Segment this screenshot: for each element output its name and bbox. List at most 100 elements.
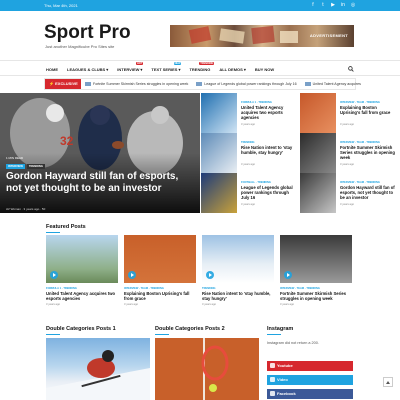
grid-post-meta: 3 years ago xyxy=(241,163,256,166)
grid-post[interactable]: INTERVIEW · TEAM · TRENDING Explaining Bo… xyxy=(300,93,398,133)
ticker-item[interactable]: Fortnite Summer Skirmish Series struggle… xyxy=(85,82,189,87)
grid-post-image[interactable] xyxy=(201,93,237,133)
tennis-image xyxy=(201,338,229,400)
ticker-thumbnail xyxy=(304,82,311,87)
double-cat-2-image[interactable] xyxy=(155,338,259,400)
social-button-facebook[interactable]: Facebook xyxy=(267,389,353,399)
featured-post-title[interactable]: United Talent Agency acquires two esport… xyxy=(46,291,118,301)
grid-post-meta: 3 years ago xyxy=(241,123,256,126)
social-button-video[interactable]: Video xyxy=(267,375,353,385)
nav-item-home[interactable]: HOME xyxy=(46,67,58,72)
featured-post-meta: 3 years ago xyxy=(280,303,295,306)
grid-post-title[interactable]: Explaining Boston Uprising's fall from g… xyxy=(340,105,396,115)
video-icon xyxy=(270,377,275,382)
featured-post[interactable]: INTERVIEW · TEAM · TRENDING Explaining Bo… xyxy=(124,235,196,306)
nav-item-interview[interactable]: INTERVIEW HOT xyxy=(117,62,144,72)
grid-post-title[interactable]: Fortnite Summer Skirmish Series struggle… xyxy=(340,145,396,160)
featured-post[interactable]: INTERVIEW · TEAM · TRENDING Fortnite Summ… xyxy=(280,235,352,306)
chevron-down-icon: ▾ xyxy=(243,67,246,72)
grid-post-categories: INTERVIEW · TEAM · TRENDING xyxy=(340,181,380,184)
featured-post-title[interactable]: Rise Nation intent to 'stay humble, stay… xyxy=(202,291,274,301)
ticker-item[interactable]: United Talent Agency acquires xyxy=(304,82,361,87)
grid-post-categories: FORMULA 1 · TRENDING xyxy=(241,101,272,104)
featured-post-meta: 3 years ago xyxy=(124,303,139,306)
facebook-icon[interactable]: f xyxy=(310,2,316,8)
play-icon[interactable] xyxy=(128,271,136,279)
grid-post-meta: 3 years ago xyxy=(340,203,355,206)
nav-item-buy-now[interactable]: BUY NOW xyxy=(255,67,274,72)
double-cat-2-title: Double Categories Posts 2 xyxy=(155,326,225,335)
social-button-label: Youtube xyxy=(277,363,293,368)
featured-post-image[interactable] xyxy=(202,235,274,283)
play-icon[interactable] xyxy=(284,271,292,279)
ticker-item-text: Fortnite Summer Skirmish Series struggle… xyxy=(93,82,189,86)
grid-post[interactable]: FOOTBALL · TRENDING League of Legends glo… xyxy=(201,173,299,213)
ticker-item-text: United Talent Agency acquires xyxy=(312,82,361,86)
ticker-thumbnail xyxy=(85,82,91,87)
grid-post[interactable]: TRENDING Rise Nation intent to 'stay humb… xyxy=(201,133,299,173)
grid-post-image[interactable] xyxy=(300,93,336,133)
grid-post-meta: 3 years ago xyxy=(241,203,256,206)
featured-post-image[interactable] xyxy=(280,235,352,283)
hero-read-time: 1 MIN READ xyxy=(6,156,24,160)
news-ticker: ⚡ EXCLUSIVE Fortnite Summer Skirmish Ser… xyxy=(44,78,361,90)
featured-post-categories: FORMULA 1 · TRENDING xyxy=(46,287,77,290)
site-logo[interactable]: Sport Pro xyxy=(44,22,131,44)
grid-post-meta: 3 years ago xyxy=(340,123,355,126)
nav-item-trending[interactable]: TRENDING TRENDING xyxy=(189,62,215,72)
double-cat-1-image[interactable] xyxy=(46,338,150,400)
top-bar-socials: f t ▶ in ◎ xyxy=(310,2,356,8)
featured-post-title[interactable]: Fortnite Summer Skirmish Series struggle… xyxy=(280,291,352,301)
grid-post-title[interactable]: Gordon Hayward still fan of esports, not… xyxy=(340,185,396,200)
top-bar-date: Thu, Mar 4th, 2021 xyxy=(44,3,78,8)
grid-post[interactable]: INTERVIEW · TEAM · TRENDING Fortnite Summ… xyxy=(300,133,398,173)
nav-item-leagues-clubs[interactable]: LEAGUES & CLUBS xyxy=(67,67,105,72)
play-icon[interactable] xyxy=(50,271,58,279)
social-button-youtube[interactable]: Youtube xyxy=(267,361,353,371)
nav-badge: TRENDING xyxy=(199,62,215,65)
hero-post[interactable]: 32 1 MIN READ INTERVIEW TRENDING Gordon H… xyxy=(0,93,200,213)
grid-post-categories: TRENDING xyxy=(241,141,255,144)
featured-post-categories: TRENDING xyxy=(202,287,216,290)
grid-post-title[interactable]: United Talent Agency acquires two esport… xyxy=(241,105,297,120)
hero-category-tag[interactable]: TRENDING xyxy=(26,164,45,169)
chevron-down-icon: ▾ xyxy=(178,67,181,72)
featured-post-title[interactable]: Explaining Boston Uprising's fall from g… xyxy=(124,291,196,301)
facebook-icon xyxy=(270,391,275,396)
grid-post[interactable]: INTERVIEW · TEAM · TRENDING Gordon Haywar… xyxy=(300,173,398,213)
grid-post-image[interactable] xyxy=(300,173,336,213)
hero-categories: INTERVIEW TRENDING xyxy=(6,164,45,169)
featured-post-image[interactable] xyxy=(46,235,118,283)
nav-item-text-series[interactable]: TEXT SERIES NEW xyxy=(151,62,182,72)
featured-post-meta: 3 years ago xyxy=(202,303,217,306)
youtube-icon[interactable]: ▶ xyxy=(330,2,336,8)
grid-post[interactable]: FORMULA 1 · TRENDING United Talent Agency… xyxy=(201,93,299,133)
featured-post-image[interactable] xyxy=(124,235,196,283)
grid-post-image[interactable] xyxy=(201,173,237,213)
scroll-to-top-button[interactable] xyxy=(383,377,393,387)
featured-post[interactable]: TRENDING Rise Nation intent to 'stay humb… xyxy=(202,235,274,306)
search-icon[interactable] xyxy=(348,66,354,72)
grid-post-title[interactable]: League of Legends global power rankings … xyxy=(241,185,297,200)
ad-banner[interactable]: ADVERTISEMENT xyxy=(170,25,354,47)
youtube-icon xyxy=(270,363,275,368)
grid-post-image[interactable] xyxy=(300,133,336,173)
twitter-icon[interactable]: t xyxy=(320,2,326,8)
play-icon[interactable] xyxy=(206,271,214,279)
featured-post[interactable]: FORMULA 1 · TRENDING United Talent Agency… xyxy=(46,235,118,306)
hero-category-tag[interactable]: INTERVIEW xyxy=(6,164,25,169)
grid-post-categories: FOOTBALL · TRENDING xyxy=(241,181,271,184)
instagram-icon[interactable]: ◎ xyxy=(350,2,356,8)
hero-title[interactable]: Gordon Hayward still fan of esports, not… xyxy=(6,171,196,195)
chevron-down-icon: ▾ xyxy=(106,67,109,72)
ticker-item[interactable]: League of Legends global power rankings … xyxy=(196,82,297,87)
hero-meta: AV Woman · 3 years ago · 50 xyxy=(6,207,46,211)
site-tagline: Just another Magnificube Pro Sites site xyxy=(45,44,115,49)
grid-post-title[interactable]: Rise Nation intent to 'stay humble, stay… xyxy=(241,145,297,155)
post-grid: FORMULA 1 · TRENDING United Talent Agency… xyxy=(201,93,398,213)
linkedin-icon[interactable]: in xyxy=(340,2,346,8)
nav-item-all-demos[interactable]: ALL DEMOS xyxy=(219,67,242,72)
grid-post-image[interactable] xyxy=(201,133,237,173)
ticker-label: ⚡ EXCLUSIVE xyxy=(45,79,81,89)
nav-badge: HOT xyxy=(136,62,144,65)
